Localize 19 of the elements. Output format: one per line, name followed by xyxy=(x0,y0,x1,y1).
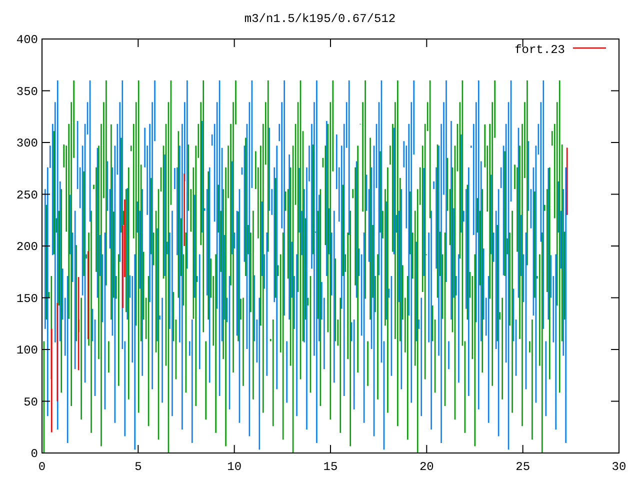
y-tick-label: 50 xyxy=(24,395,38,410)
x-tick-label: 5 xyxy=(134,460,142,474)
legend-line-icon xyxy=(573,47,606,49)
y-tick-label: 150 xyxy=(16,292,38,306)
x-tick-label: 15 xyxy=(323,460,338,474)
y-tick-label: 250 xyxy=(16,188,38,202)
x-tick-label: 25 xyxy=(516,460,530,474)
y-tick-label: 0 xyxy=(30,447,38,461)
x-tick-label: 10 xyxy=(227,460,242,474)
y-tick-label: 400 xyxy=(16,33,38,47)
y-tick-label: 350 xyxy=(16,84,38,99)
y-tick-label: 100 xyxy=(16,344,38,358)
legend-label: fort.23 xyxy=(514,43,565,57)
x-tick-label: 20 xyxy=(419,460,434,474)
chart-title: m3/n1.5/k195/0.67/512 xyxy=(244,12,396,26)
y-tick-label: 200 xyxy=(16,240,38,254)
x-tick-label: 0 xyxy=(38,460,46,474)
x-tick-label: 30 xyxy=(612,460,626,474)
y-tick-label: 300 xyxy=(16,136,38,150)
